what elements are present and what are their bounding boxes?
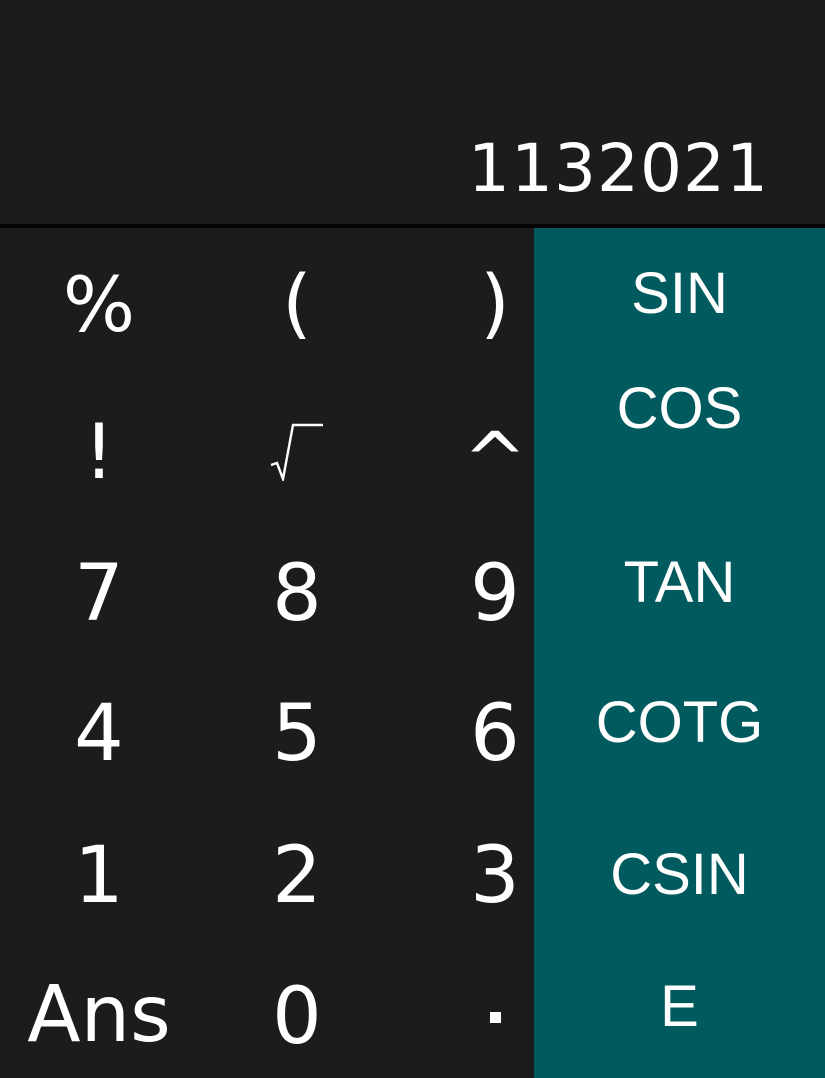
decimal-point-icon xyxy=(489,1011,501,1023)
digit-7-key[interactable]: 7 xyxy=(0,518,198,658)
cotg-key[interactable]: COTG xyxy=(534,648,825,798)
display-area: 1132021 xyxy=(0,0,825,224)
open-paren-key[interactable]: ( xyxy=(198,228,396,378)
cos-key[interactable]: COS xyxy=(534,360,825,464)
csin-key[interactable]: CSIN xyxy=(534,798,825,944)
ans-key[interactable]: Ans xyxy=(0,938,198,1078)
percent-key[interactable]: % xyxy=(0,228,198,378)
digit-2-key[interactable]: 2 xyxy=(198,798,396,938)
sin-key[interactable]: SIN xyxy=(534,228,825,360)
sqrt-key[interactable] xyxy=(198,378,396,518)
scientific-panel: SIN COS TAN COTG CSIN E xyxy=(534,228,825,1078)
digit-5-key[interactable]: 5 xyxy=(198,658,396,798)
e-key[interactable]: E xyxy=(534,944,825,1078)
calculator-app: 1132021 % ( ) ! ^ 7 8 9 4 5 6 1 2 3 Ans xyxy=(0,0,825,1078)
digit-4-key[interactable]: 4 xyxy=(0,658,198,798)
digit-8-key[interactable]: 8 xyxy=(198,518,396,658)
factorial-key[interactable]: ! xyxy=(0,378,198,518)
sqrt-icon xyxy=(269,421,325,481)
digit-1-key[interactable]: 1 xyxy=(0,798,198,938)
digit-0-key[interactable]: 0 xyxy=(198,938,396,1078)
display-value: 1132021 xyxy=(468,130,769,207)
keypad: % ( ) ! ^ 7 8 9 4 5 6 1 2 3 Ans 0 xyxy=(0,228,534,1078)
